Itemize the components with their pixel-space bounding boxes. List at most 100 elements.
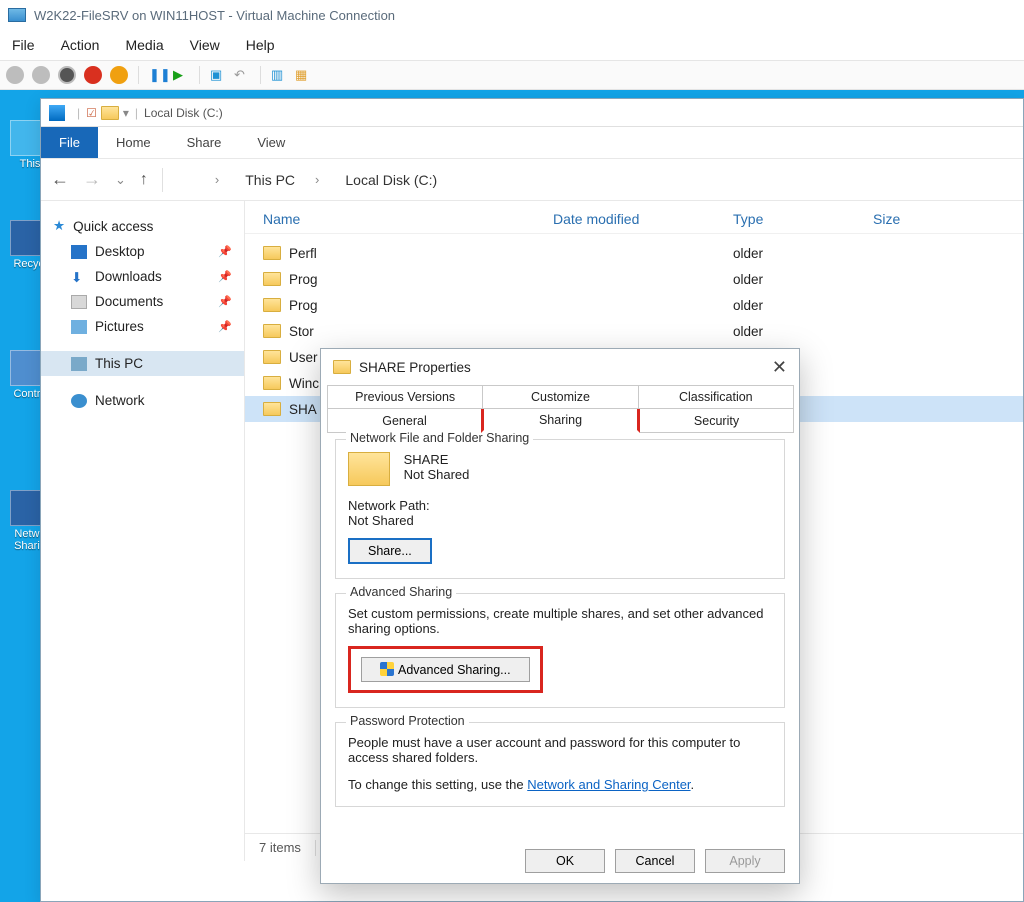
group-advanced-sharing: Advanced Sharing Set custom permissions,…: [335, 593, 785, 708]
nav-up-icon[interactable]: ↑: [140, 171, 148, 189]
toolbar-separator: [199, 66, 200, 84]
toolbar-stop-icon[interactable]: [58, 66, 76, 84]
folder-icon: [333, 360, 351, 374]
file-type: older: [733, 246, 873, 261]
toolbar-btn-2[interactable]: [32, 66, 50, 84]
folder-icon: [263, 324, 281, 338]
toolbar-record-icon[interactable]: [84, 66, 102, 84]
pin-icon: 📌: [218, 320, 232, 333]
dialog-title: SHARE Properties: [359, 360, 471, 375]
password-hint: To change this setting, use the Network …: [348, 777, 772, 792]
explorer-titlebar: | ☑ ▾ | Local Disk (C:): [41, 99, 1023, 127]
ribbon-tab-share[interactable]: Share: [169, 127, 240, 158]
ribbon-tab-file[interactable]: File: [41, 127, 98, 158]
sidebar-quick-access[interactable]: ★Quick access: [41, 213, 244, 239]
vm-desktop: This Recycl Contro Netwo Sharin | ☑ ▾ | …: [0, 90, 1024, 902]
pin-icon: 📌: [218, 295, 232, 308]
tab-customize[interactable]: Customize: [482, 385, 638, 409]
file-type: older: [733, 272, 873, 287]
explorer-sidebar: ★Quick access Desktop📌 ⬇Downloads📌 Docum…: [41, 201, 245, 861]
file-row[interactable]: Prog older: [245, 292, 1023, 318]
close-icon[interactable]: ✕: [772, 357, 787, 378]
file-name: SHA: [289, 402, 317, 417]
sidebar-this-pc[interactable]: This PC: [41, 351, 244, 376]
file-name: Prog: [289, 272, 318, 287]
tab-classification[interactable]: Classification: [638, 385, 794, 409]
vm-menu-view[interactable]: View: [190, 37, 220, 53]
network-path-value: Not Shared: [348, 513, 772, 528]
share-button[interactable]: Share...: [348, 538, 432, 564]
breadcrumb-thispc[interactable]: This PC: [245, 172, 295, 188]
ok-button[interactable]: OK: [525, 849, 605, 873]
toolbar-enhanced-icon[interactable]: ▥: [271, 67, 287, 83]
toolbar-pause-icon[interactable]: ❚❚: [149, 67, 165, 83]
toolbar-play-icon[interactable]: ▶: [173, 67, 189, 83]
file-type: older: [733, 298, 873, 313]
advanced-desc: Set custom permissions, create multiple …: [348, 606, 772, 636]
tab-previous-versions[interactable]: Previous Versions: [327, 385, 483, 409]
nav-forward-icon[interactable]: →: [83, 169, 101, 190]
folder-icon: [263, 298, 281, 312]
check-icon: ☑: [86, 106, 97, 120]
toolbar-btn-1[interactable]: [6, 66, 24, 84]
chevron-right-icon: ›: [215, 172, 219, 187]
col-date: Date modified: [553, 211, 733, 227]
toolbar-checkpoint-icon[interactable]: ▣: [210, 67, 226, 83]
apply-button[interactable]: Apply: [705, 849, 785, 873]
column-headers[interactable]: Name Date modified Type Size: [245, 201, 1023, 234]
group-legend: Password Protection: [346, 714, 469, 728]
vm-menu-help[interactable]: Help: [246, 37, 275, 53]
network-sharing-center-link[interactable]: Network and Sharing Center: [527, 777, 690, 792]
folder-icon: [263, 246, 281, 260]
sidebar-documents[interactable]: Documents📌: [41, 289, 244, 314]
tab-security[interactable]: Security: [639, 409, 794, 433]
folder-icon: [263, 272, 281, 286]
col-size: Size: [873, 211, 1005, 227]
share-properties-dialog: SHARE Properties ✕ Previous Versions Cus…: [320, 348, 800, 884]
pc-icon: [177, 172, 195, 188]
large-folder-icon: [348, 452, 390, 486]
toolbar-revert-icon[interactable]: ↶: [234, 67, 250, 83]
file-row[interactable]: Prog older: [245, 266, 1023, 292]
advanced-sharing-button[interactable]: Advanced Sharing...: [361, 657, 530, 682]
file-row[interactable]: Storolder: [245, 318, 1023, 344]
col-type: Type: [733, 211, 873, 227]
vm-menu-action[interactable]: Action: [61, 37, 100, 53]
folder-icon: [101, 106, 119, 120]
tab-general[interactable]: General: [327, 409, 482, 433]
file-name: Prog: [289, 298, 318, 313]
toolbar-separator: [260, 66, 261, 84]
explorer-ribbon-tabs: File Home Share View: [41, 127, 1023, 159]
password-desc: People must have a user account and pass…: [348, 735, 772, 765]
group-network-sharing: Network File and Folder Sharing SHARE No…: [335, 439, 785, 579]
group-legend: Network File and Folder Sharing: [346, 431, 533, 445]
ribbon-tab-home[interactable]: Home: [98, 127, 169, 158]
dialog-actions: OK Cancel Apply: [321, 839, 799, 883]
vm-menu-media[interactable]: Media: [125, 37, 163, 53]
sidebar-downloads[interactable]: ⬇Downloads📌: [41, 264, 244, 289]
file-row[interactable]: Perfl older: [245, 240, 1023, 266]
breadcrumb-localdisk[interactable]: Local Disk (C:): [345, 172, 437, 188]
folder-icon: [263, 376, 281, 390]
sidebar-desktop[interactable]: Desktop📌: [41, 239, 244, 264]
vm-title-bar: W2K22-FileSRV on WIN11HOST - Virtual Mac…: [0, 0, 1024, 30]
explorer-app-icon: [49, 105, 65, 121]
toolbar-power-icon[interactable]: [110, 66, 128, 84]
file-type: older: [733, 324, 873, 339]
nav-back-icon[interactable]: ←: [51, 169, 69, 190]
pin-icon: 📌: [218, 270, 232, 283]
vm-menu-file[interactable]: File: [12, 37, 35, 53]
vm-menu-bar: File Action Media View Help: [0, 30, 1024, 60]
file-name: Perfl: [289, 246, 317, 261]
vm-title-text: W2K22-FileSRV on WIN11HOST - Virtual Mac…: [34, 8, 395, 23]
vm-toolbar: ❚❚ ▶ ▣ ↶ ▥ ▦: [0, 60, 1024, 90]
dialog-title-bar: SHARE Properties ✕: [321, 349, 799, 385]
sidebar-network[interactable]: Network: [41, 388, 244, 413]
nav-history-icon[interactable]: ⌄: [115, 172, 126, 188]
tab-sharing[interactable]: Sharing: [481, 409, 640, 433]
group-legend: Advanced Sharing: [346, 585, 456, 599]
toolbar-share-icon[interactable]: ▦: [295, 67, 311, 83]
ribbon-tab-view[interactable]: View: [239, 127, 303, 158]
cancel-button[interactable]: Cancel: [615, 849, 695, 873]
sidebar-pictures[interactable]: Pictures📌: [41, 314, 244, 339]
